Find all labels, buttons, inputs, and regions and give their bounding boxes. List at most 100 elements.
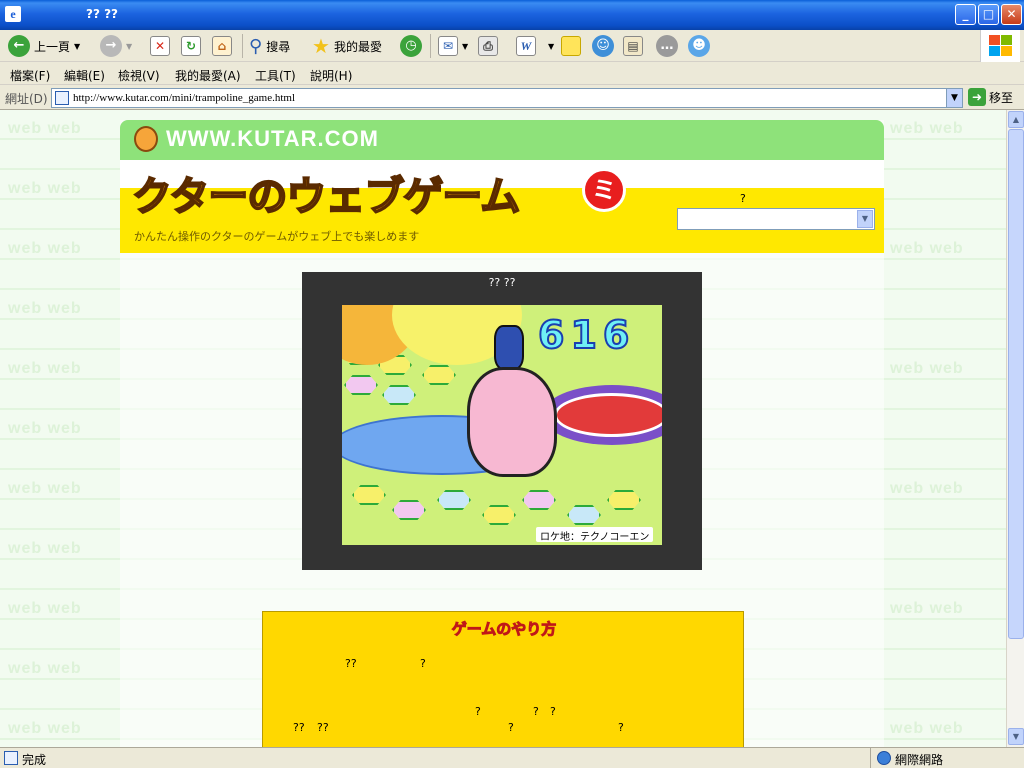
background-watermark: web web — [890, 600, 964, 617]
howto-text: ?? — [293, 721, 305, 734]
game-select[interactable]: ▼ — [677, 208, 875, 230]
menu-help[interactable]: 說明(H) — [310, 67, 352, 84]
site-header: WWW.KUTAR.COM — [120, 120, 884, 160]
security-zone: 網際網路 — [870, 748, 1024, 768]
howto-text: ? — [550, 705, 556, 718]
address-dropdown-icon[interactable]: ▼ — [946, 89, 962, 107]
people-icon: ☻ — [688, 35, 710, 57]
refresh-button[interactable]: ↻ — [181, 32, 201, 60]
back-button[interactable]: ← 上一頁 ▼ — [8, 32, 80, 60]
menu-tools[interactable]: 工具(T) — [255, 67, 296, 84]
background-watermark: web web — [8, 120, 82, 137]
background-watermark: web web — [890, 480, 964, 497]
favorites-button[interactable]: ★ 我的最愛 — [312, 32, 382, 60]
internet-globe-icon — [877, 751, 891, 765]
edit-word-button[interactable]: W ▼ — [516, 32, 554, 60]
select-label: ? — [740, 192, 746, 205]
site-logo[interactable]: クターのウェブゲーム — [131, 164, 521, 222]
back-arrow-icon: ← — [8, 35, 30, 57]
zone-label: 網際網路 — [895, 753, 944, 767]
address-url[interactable]: http://www.kutar.com/mini/trampoline_gam… — [73, 92, 295, 104]
standard-toolbar: ← 上一頁 ▼ → ▼ ✕ ↻ ⌂ ⚲ 搜尋 ★ 我的最愛 ◷ ✉ ▼ ⎙ W … — [0, 30, 1024, 62]
research-button[interactable]: ▤ — [623, 32, 643, 60]
title-bar: e ?? ?? _ □ ✕ — [0, 0, 1024, 30]
home-icon: ⌂ — [212, 36, 232, 56]
contacts-button[interactable]: ☻ — [688, 32, 710, 60]
mail-button[interactable]: ✉ ▼ — [438, 32, 468, 60]
address-bar: 網址(D) http://www.kutar.com/mini/trampoli… — [0, 86, 1024, 110]
window-title: ?? ?? — [86, 7, 119, 21]
vertical-scrollbar[interactable]: ▲ ▼ — [1006, 110, 1024, 747]
menu-favorites[interactable]: 我的最愛(A) — [175, 67, 241, 84]
browser-viewport: web web web web web web web web web web … — [0, 110, 1006, 747]
howto-text: ? — [533, 705, 539, 718]
forward-button[interactable]: → ▼ — [100, 32, 132, 60]
background-watermark: web web — [8, 360, 82, 377]
trampoline-game-canvas[interactable]: 616 ロケ地：テクノコーエン — [342, 305, 662, 545]
history-icon: ◷ — [400, 35, 422, 57]
game-frame: ?? ?? 616 ロケ地：テクノコーエン — [302, 272, 702, 570]
select-dropdown-icon[interactable]: ▼ — [857, 210, 873, 228]
mail-icon: ✉ — [438, 36, 458, 56]
stop-button[interactable]: ✕ — [150, 32, 170, 60]
scroll-thumb[interactable] — [1008, 129, 1024, 639]
site-banner: クターのウェブゲーム ミ かんたん操作のクターのゲームがウェブ上でも楽しめます … — [120, 160, 884, 253]
howto-text: ? — [618, 721, 624, 734]
howto-text: ?? — [345, 657, 357, 670]
page-content: WWW.KUTAR.COM クターのウェブゲーム ミ かんたん操作のクターのゲー… — [120, 120, 884, 747]
kutar-cat-logo-icon — [134, 126, 158, 152]
forward-dropdown-icon[interactable]: ▼ — [126, 42, 132, 51]
how-to-play-panel: ゲームのやり方 ?? ? ? ? ? ?? ?? ? ? — [262, 611, 744, 747]
howto-text: ? — [420, 657, 426, 670]
favorites-star-icon: ★ — [312, 34, 330, 58]
mail-dropdown-icon[interactable]: ▼ — [462, 42, 468, 51]
howto-text: ?? — [317, 721, 329, 734]
status-bar: 完成 網際網路 — [0, 747, 1024, 768]
trampoline-mat — [554, 393, 662, 437]
messenger-button[interactable]: ☺ — [592, 32, 614, 60]
print-icon: ⎙ — [478, 36, 498, 56]
go-label: 移至 — [989, 90, 1014, 105]
background-watermark: web web — [8, 420, 82, 437]
menu-edit[interactable]: 編輯(E) — [64, 67, 105, 84]
background-watermark: web web — [890, 360, 964, 377]
pink-cat-character — [467, 367, 557, 477]
status-page-icon — [4, 751, 18, 765]
background-watermark: web web — [8, 720, 82, 737]
toolbar-separator — [242, 34, 243, 58]
search-button[interactable]: ⚲ 搜尋 — [249, 32, 290, 60]
maximize-button[interactable]: □ — [978, 4, 999, 25]
menu-file[interactable]: 檔案(F) — [10, 67, 50, 84]
print-button[interactable]: ⎙ — [478, 32, 498, 60]
game-title: ?? ?? — [488, 276, 516, 289]
search-label: 搜尋 — [266, 39, 291, 54]
research-icon: ▤ — [623, 36, 643, 56]
back-dropdown-icon[interactable]: ▼ — [74, 42, 80, 51]
notes-button[interactable] — [561, 32, 581, 60]
menu-view[interactable]: 檢視(V) — [118, 67, 160, 84]
home-button[interactable]: ⌂ — [212, 32, 232, 60]
background-watermark: web web — [8, 480, 82, 497]
history-button[interactable]: ◷ — [400, 32, 422, 60]
background-watermark: web web — [8, 660, 82, 677]
messenger-icon: ☺ — [592, 35, 614, 57]
how-to-play-title: ゲームのやり方 — [451, 620, 557, 639]
menu-bar: 檔案(F) 編輯(E) 檢視(V) 我的最愛(A) 工具(T) 說明(H) — [0, 63, 1024, 85]
address-label: 網址(D) — [5, 92, 48, 106]
howto-text: ? — [475, 705, 481, 718]
go-button[interactable]: ➜ 移至 — [968, 88, 1013, 106]
scroll-down-icon[interactable]: ▼ — [1008, 728, 1024, 745]
minimize-button[interactable]: _ — [955, 4, 976, 25]
scroll-up-icon[interactable]: ▲ — [1008, 111, 1024, 128]
mini-badge: ミ — [582, 168, 626, 212]
background-watermark: web web — [890, 120, 964, 137]
address-input[interactable]: http://www.kutar.com/mini/trampoline_gam… — [51, 88, 963, 108]
location-caption: ロケ地：テクノコーエン — [536, 527, 654, 543]
go-arrow-icon: ➜ — [968, 88, 986, 106]
close-button[interactable]: ✕ — [1001, 4, 1022, 25]
background-watermark: web web — [8, 180, 82, 197]
discuss-button[interactable]: … — [656, 32, 678, 60]
edit-dropdown-icon[interactable]: ▼ — [548, 42, 554, 51]
site-header-url[interactable]: WWW.KUTAR.COM — [166, 126, 379, 152]
background-watermark: web web — [890, 720, 964, 737]
